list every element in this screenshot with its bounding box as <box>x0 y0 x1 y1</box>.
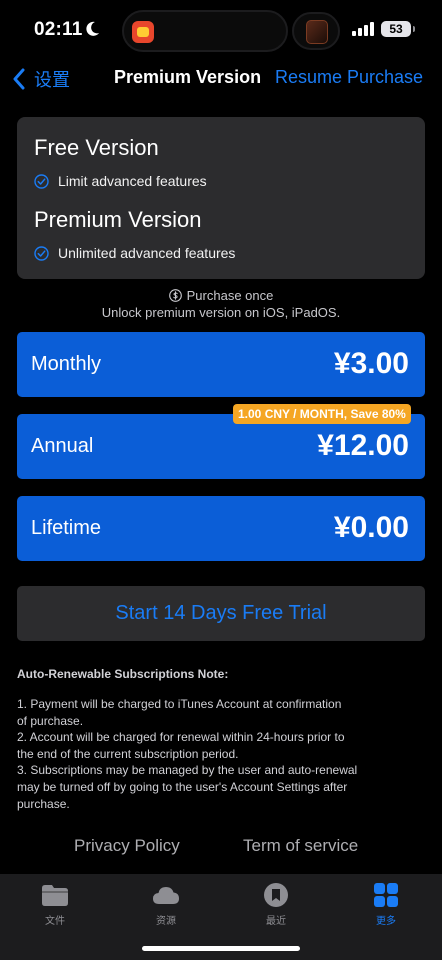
monthly-plan-button[interactable]: Monthly ¥3.00 <box>17 332 425 397</box>
privacy-policy-link[interactable]: Privacy Policy <box>74 836 180 856</box>
plan-name: Lifetime <box>31 517 102 539</box>
moon-icon <box>86 21 99 36</box>
subscription-notes-title: Auto-Renewable Subscriptions Note: <box>17 667 229 681</box>
resume-purchase-button[interactable]: Resume Purchase <box>275 67 423 88</box>
premium-feature-text: Unlimited advanced features <box>58 245 236 261</box>
app-activity-icon <box>132 21 154 43</box>
tab-label: 文件 <box>45 916 65 927</box>
check-circle-icon <box>34 173 49 189</box>
plan-name: Annual <box>31 435 94 457</box>
plan-name: Monthly <box>31 353 102 375</box>
free-feature-row: Limit advanced features <box>34 173 207 189</box>
battery-level: 53 <box>389 22 403 36</box>
terms-of-service-link[interactable]: Term of service <box>243 836 358 856</box>
version-comparison-card: Free Version Limit advanced features Pre… <box>17 117 425 279</box>
free-trial-button[interactable]: Start 14 Days Free Trial <box>17 586 425 641</box>
free-feature-text: Limit advanced features <box>58 173 207 189</box>
back-button[interactable]: 设置 <box>12 66 70 92</box>
grid-icon <box>374 883 398 907</box>
note-item: 3. Subscriptions may be managed by the u… <box>17 763 358 811</box>
savings-badge: 1.00 CNY / MONTH, Save 80% <box>233 404 411 424</box>
plan-price: ¥0.00 <box>333 511 409 544</box>
lifetime-plan-button[interactable]: Lifetime ¥0.00 <box>17 496 425 561</box>
page-title: Premium Version <box>114 67 262 87</box>
home-indicator <box>142 946 300 951</box>
tab-label: 资源 <box>156 916 176 927</box>
folder-icon <box>42 885 68 906</box>
free-version-title: Free Version <box>34 135 159 160</box>
unlock-description: Unlock premium version on iOS, iPadOS. <box>101 305 341 320</box>
note-item: 2. Account will be charged for renewal w… <box>17 730 345 761</box>
back-label: 设置 <box>34 70 70 90</box>
dollar-circle-icon <box>168 289 182 302</box>
status-time: 02:11 <box>34 19 83 40</box>
battery-icon: 53 <box>381 21 415 37</box>
tab-label: 最近 <box>266 916 286 927</box>
dynamic-island-live-activity <box>292 12 340 50</box>
subscription-notes: 1. Payment will be charged to iTunes Acc… <box>17 696 415 812</box>
album-art-icon <box>306 20 328 44</box>
purchase-once-row: Purchase once <box>0 288 442 303</box>
signal-icon <box>352 22 374 36</box>
check-circle-icon <box>34 245 49 261</box>
plan-price: ¥12.00 <box>317 429 409 462</box>
plan-price: ¥3.00 <box>333 347 409 380</box>
note-item: 1. Payment will be charged to iTunes Acc… <box>17 697 342 728</box>
premium-feature-row: Unlimited advanced features <box>34 245 235 261</box>
tab-label: 更多 <box>376 916 396 927</box>
tab-resources[interactable]: 资源 <box>126 880 206 930</box>
dynamic-island <box>122 10 288 52</box>
bookmark-icon <box>264 883 288 907</box>
chevron-left-icon <box>13 68 25 90</box>
premium-version-title: Premium Version <box>34 207 202 232</box>
tab-more[interactable]: 更多 <box>346 880 426 930</box>
tab-recent[interactable]: 最近 <box>236 880 316 930</box>
purchase-once-label: Purchase once <box>186 288 274 303</box>
cloud-icon <box>153 887 179 904</box>
status-bar: 02:11 53 <box>0 0 442 60</box>
tab-files[interactable]: 文件 <box>15 880 95 930</box>
